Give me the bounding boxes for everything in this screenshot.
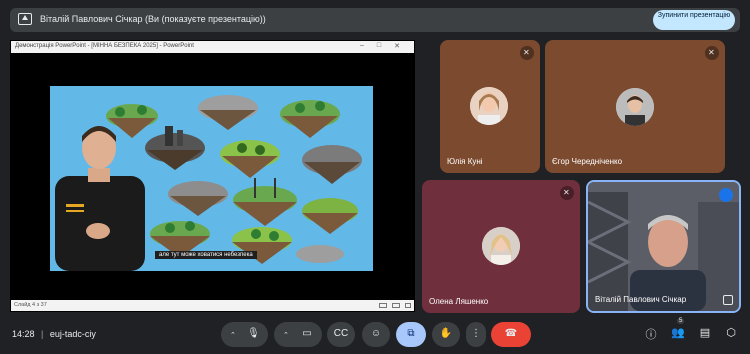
more-options-button[interactable]: ⋮ (466, 322, 486, 347)
clock-time: 14:28 (12, 329, 35, 339)
participant-name: Віталій Павлович Січкар (595, 295, 687, 304)
camera-icon[interactable]: ▭ (292, 328, 322, 339)
mic-control[interactable]: ⌃ 🎙 (221, 322, 268, 347)
separator: | (41, 329, 44, 339)
participant-name: Олена Ляшенко (429, 297, 489, 306)
mic-icon[interactable]: 🎙 (239, 328, 268, 339)
maximize-icon[interactable]: □ (373, 42, 385, 49)
stop-presenting-button[interactable]: Зупинити презентацію (653, 10, 735, 30)
powerpoint-window-title: Демонстрація PowerPoint - [МІННА БЕЗПЕКА… (15, 43, 194, 49)
slide-counter: Слайд 4 з 37 (14, 302, 47, 308)
captions-icon: CC (333, 328, 349, 339)
pin-icon[interactable] (723, 295, 733, 305)
participant-tile-active[interactable]: Віталій Павлович Січкар (586, 180, 741, 313)
muted-mic-icon: ✕ (560, 186, 574, 200)
present-screen-icon (18, 13, 32, 25)
slide-caption: але тут може ховатися небезпека (155, 251, 257, 259)
participant-tile[interactable]: ✕ Олена Ляшенко (422, 180, 580, 313)
meeting-code[interactable]: euj-tadc-ciy (50, 329, 96, 339)
slide-sorter-icon[interactable] (392, 303, 400, 308)
leave-call-button[interactable]: ☎ (491, 322, 531, 347)
powerpoint-titlebar: Демонстрація PowerPoint - [МІННА БЕЗПЕКА… (11, 41, 414, 53)
avatar (470, 87, 508, 125)
raise-hand-button[interactable]: ✋ (432, 322, 460, 347)
more-vert-icon: ⋮ (471, 328, 481, 339)
hand-icon: ✋ (439, 328, 453, 339)
phone-hangup-icon: ☎ (504, 328, 518, 339)
participant-name: Єгор Чередніченко (552, 157, 623, 166)
emoji-icon: ☺ (370, 328, 382, 339)
minimize-icon[interactable]: – (356, 42, 368, 49)
muted-mic-icon: ✕ (520, 46, 534, 60)
powerpoint-statusbar: Слайд 4 з 37 (11, 300, 414, 311)
chevron-up-icon[interactable]: ⌃ (283, 331, 289, 339)
presentation-view: Демонстрація PowerPoint - [МІННА БЕЗПЕКА… (10, 40, 415, 312)
meeting-info: 14:28 | euj-tadc-ciy (12, 329, 96, 339)
chevron-up-icon[interactable]: ⌃ (230, 331, 236, 339)
close-icon[interactable]: ✕ (391, 42, 403, 50)
present-button[interactable]: ⧉ (396, 322, 426, 347)
people-icon[interactable]: 👥 (669, 326, 687, 344)
participant-tile[interactable]: ✕ Єгор Чередніченко (545, 40, 725, 173)
reactions-button[interactable]: ☺ (362, 322, 390, 347)
presenting-banner: Віталій Павлович Січкар (Ви (показуєте п… (10, 8, 740, 32)
muted-mic-icon: ✕ (705, 46, 719, 60)
slide-illustration (50, 86, 373, 271)
reading-view-icon[interactable] (405, 303, 411, 308)
speaking-indicator-icon (719, 188, 733, 202)
normal-view-icon[interactable] (379, 303, 387, 308)
camera-control[interactable]: ⌃ ▭ (274, 322, 322, 347)
chat-icon[interactable]: ▤ (696, 326, 714, 344)
info-icon[interactable]: ⓘ (642, 326, 660, 344)
participant-name: Юлія Куні (447, 157, 483, 166)
activities-icon[interactable]: ⬡ (722, 326, 740, 344)
presenting-banner-text: Віталій Павлович Січкар (Ви (показуєте п… (40, 14, 266, 24)
captions-button[interactable]: CC (327, 322, 355, 347)
slide-image: але тут може ховатися небезпека (50, 86, 373, 271)
people-count-badge: 5 (677, 318, 685, 324)
avatar (616, 88, 654, 126)
present-screen-icon: ⧉ (407, 328, 415, 339)
participant-tile[interactable]: ✕ Юлія Куні (440, 40, 540, 173)
avatar (482, 227, 520, 265)
participant-video (588, 182, 739, 311)
